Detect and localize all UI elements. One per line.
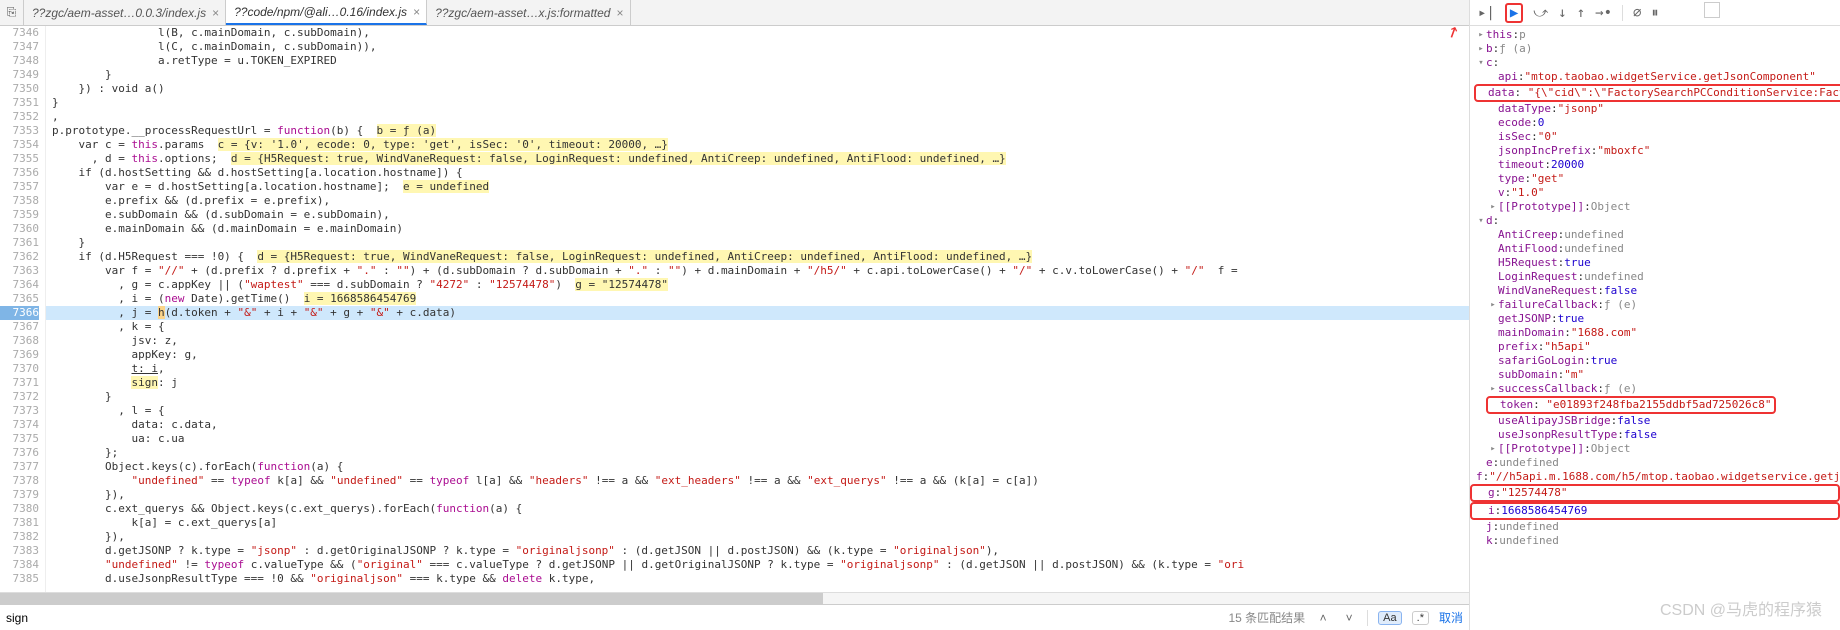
tab-2-label: ??zgc/aem-asset…x.js:formatted [435, 6, 610, 20]
search-result-count: 15 条匹配结果 [1228, 609, 1305, 626]
deactivate-breakpoints-icon[interactable]: ⌀ [1633, 5, 1641, 21]
search-prev-icon[interactable]: ˄ [1315, 611, 1331, 625]
step-into-icon[interactable]: ↓ [1558, 5, 1566, 21]
close-icon[interactable]: × [413, 5, 420, 19]
debugger-toolbar: ↗ ▸| ▶ ⤻ ↓ ↑ →• ⌀ ⏸ [1470, 0, 1840, 26]
tab-1-label: ??code/npm/@ali…0.16/index.js [234, 5, 407, 19]
pause-exceptions-icon[interactable]: ⏸ [1651, 5, 1658, 21]
scope-panel[interactable]: ▸this: p▸b: ƒ (a)▾c: api: "mtop.taobao.w… [1470, 26, 1840, 630]
resume-button[interactable]: ▶ [1505, 3, 1523, 23]
match-case-toggle[interactable]: Aa [1378, 611, 1401, 625]
regex-toggle[interactable]: .* [1412, 611, 1429, 625]
close-icon[interactable]: × [616, 6, 623, 20]
code-editor[interactable]: 7346734773487349735073517352735373547355… [0, 26, 1469, 592]
tab-1[interactable]: ??code/npm/@ali…0.16/index.js × [226, 0, 427, 25]
close-icon[interactable]: × [212, 6, 219, 20]
step-out-icon[interactable]: ↑ [1577, 5, 1585, 21]
search-input[interactable] [6, 605, 1218, 630]
tab-2[interactable]: ??zgc/aem-asset…x.js:formatted × [427, 0, 630, 25]
tab-0[interactable]: ??zgc/aem-asset…0.0.3/index.js × [24, 0, 226, 25]
toggle-drawer-icon[interactable]: ▸| [1478, 5, 1495, 21]
step-icon[interactable]: →• [1595, 5, 1612, 21]
code-content[interactable]: l(B, c.mainDomain, c.subDomain), l(C, c.… [46, 26, 1469, 592]
horizontal-scrollbar[interactable] [0, 592, 1469, 604]
tab-0-label: ??zgc/aem-asset…0.0.3/index.js [32, 6, 206, 20]
search-next-icon[interactable]: ˅ [1341, 611, 1357, 625]
search-cancel[interactable]: 取消 [1439, 609, 1463, 626]
tab-bar: ⎘ ??zgc/aem-asset…0.0.3/index.js × ??code… [0, 0, 1469, 26]
search-bar: 15 条匹配结果 ˄ ˅ Aa .* 取消 [0, 604, 1469, 630]
step-over-icon[interactable]: ⤻ [1533, 5, 1548, 21]
page-icon[interactable]: ⎘ [0, 0, 24, 25]
play-icon: ▶ [1510, 5, 1518, 21]
line-gutter: 7346734773487349735073517352735373547355… [0, 26, 46, 592]
